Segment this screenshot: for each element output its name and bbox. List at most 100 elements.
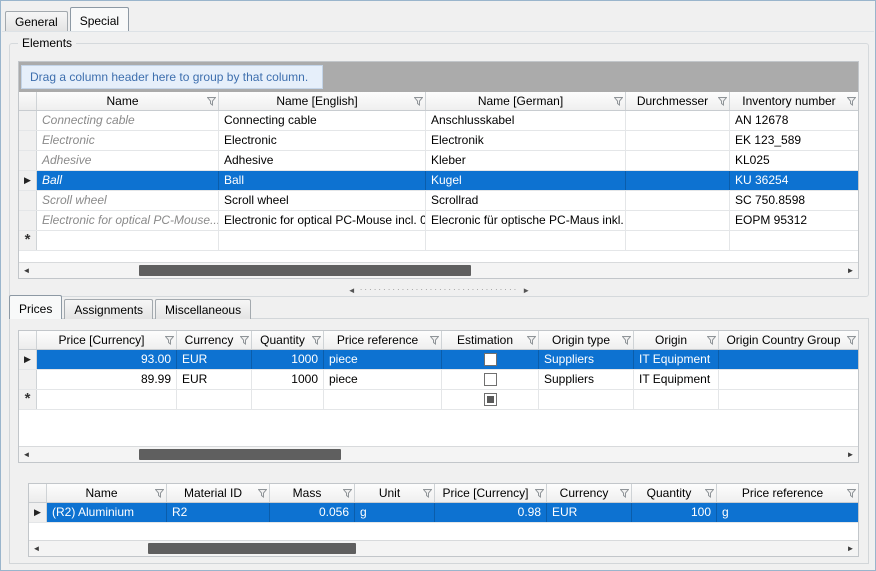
column-header-price-reference[interactable]: Price reference	[324, 331, 442, 349]
scroll-left-arrow-icon[interactable]: ◄	[19, 263, 34, 278]
table-cell[interactable]: SC 750.8598	[730, 191, 859, 210]
splitter-left-arrow-icon[interactable]: ◄	[348, 286, 356, 295]
scroll-left-arrow-icon[interactable]: ◄	[19, 447, 34, 462]
table-cell[interactable]	[626, 171, 730, 190]
table-cell[interactable]: 0.98	[435, 503, 547, 522]
tab-assignments[interactable]: Assignments	[64, 299, 153, 319]
table-cell[interactable]: 93.00	[37, 350, 177, 369]
column-header-origin-country-group[interactable]: Origin Country Group	[719, 331, 859, 349]
column-header-estimation[interactable]: Estimation	[442, 331, 539, 349]
scroll-right-arrow-icon[interactable]: ►	[843, 541, 858, 556]
table-cell[interactable]: Ball	[37, 171, 219, 190]
filter-funnel-icon[interactable]	[527, 336, 536, 345]
table-cell[interactable]	[219, 231, 426, 250]
horizontal-scrollbar[interactable]: ◄►	[29, 540, 858, 556]
table-cell[interactable]: Suppliers	[539, 350, 634, 369]
table-cell[interactable]	[626, 111, 730, 130]
scroll-right-arrow-icon[interactable]: ►	[843, 447, 858, 462]
table-cell[interactable]	[37, 390, 177, 409]
filter-funnel-icon[interactable]	[423, 489, 432, 498]
column-header-currency[interactable]: Currency	[547, 484, 632, 502]
table-row[interactable]: Scroll wheelScroll wheelScrollradSC 750.…	[19, 191, 858, 211]
filter-funnel-icon[interactable]	[155, 489, 164, 498]
table-row[interactable]: 89.99EUR1000pieceSuppliersIT Equipment	[19, 370, 858, 390]
tab-special[interactable]: Special	[70, 7, 129, 31]
tab-prices[interactable]: Prices	[9, 295, 62, 319]
table-cell[interactable]	[442, 390, 539, 409]
table-cell[interactable]	[252, 390, 324, 409]
table-cell[interactable]: R2	[167, 503, 270, 522]
table-cell[interactable]: 100	[632, 503, 717, 522]
table-cell[interactable]	[626, 191, 730, 210]
table-cell[interactable]: EOPM 95312	[730, 211, 859, 230]
table-cell[interactable]: Connecting cable	[219, 111, 426, 130]
filter-funnel-icon[interactable]	[207, 97, 216, 106]
table-row[interactable]: ▶BallBallKugelKU 36254	[19, 171, 858, 191]
table-cell[interactable]: KU 36254	[730, 171, 859, 190]
table-row[interactable]: *	[19, 231, 858, 251]
column-header-material-id[interactable]: Material ID	[167, 484, 270, 502]
table-cell[interactable]: Scroll wheel	[219, 191, 426, 210]
table-cell[interactable]	[626, 211, 730, 230]
table-cell[interactable]	[324, 390, 442, 409]
table-cell[interactable]: Adhesive	[37, 151, 219, 170]
table-cell[interactable]	[442, 370, 539, 389]
table-cell[interactable]: EUR	[177, 350, 252, 369]
table-cell[interactable]: 1000	[252, 350, 324, 369]
column-header-quantity[interactable]: Quantity	[632, 484, 717, 502]
table-row[interactable]: *	[19, 390, 858, 410]
table-row[interactable]: ▶(R2) AluminiumR20.056g0.98EUR100g	[29, 503, 858, 523]
table-cell[interactable]: IT Equipment	[634, 370, 719, 389]
column-header-price-currency[interactable]: Price [Currency]	[435, 484, 547, 502]
column-header-name-english[interactable]: Name [English]	[219, 92, 426, 110]
table-cell[interactable]: g	[717, 503, 859, 522]
filter-funnel-icon[interactable]	[707, 336, 716, 345]
table-row[interactable]: Electronic for optical PC-Mouse...Electr…	[19, 211, 858, 231]
filter-funnel-icon[interactable]	[847, 489, 856, 498]
column-header-quantity[interactable]: Quantity	[252, 331, 324, 349]
column-header-price-currency[interactable]: Price [Currency]	[37, 331, 177, 349]
group-by-panel[interactable]: Drag a column header here to group by th…	[19, 62, 858, 92]
table-cell[interactable]: Electronic	[37, 131, 219, 150]
table-cell[interactable]: piece	[324, 350, 442, 369]
tab-miscellaneous[interactable]: Miscellaneous	[155, 299, 251, 319]
column-header-name[interactable]: Name	[37, 92, 219, 110]
table-cell[interactable]	[719, 350, 859, 369]
table-cell[interactable]	[626, 231, 730, 250]
filter-funnel-icon[interactable]	[258, 489, 267, 498]
table-cell[interactable]	[719, 390, 859, 409]
table-cell[interactable]: IT Equipment	[634, 350, 719, 369]
table-cell[interactable]	[719, 370, 859, 389]
filter-funnel-icon[interactable]	[718, 97, 727, 106]
filter-funnel-icon[interactable]	[620, 489, 629, 498]
table-cell[interactable]	[626, 131, 730, 150]
column-header-name[interactable]: Name	[47, 484, 167, 502]
scroll-left-arrow-icon[interactable]: ◄	[29, 541, 44, 556]
table-cell[interactable]: KL025	[730, 151, 859, 170]
table-cell[interactable]: Suppliers	[539, 370, 634, 389]
table-cell[interactable]	[37, 231, 219, 250]
scrollbar-track[interactable]	[34, 263, 843, 278]
table-cell[interactable]: (R2) Aluminium	[47, 503, 167, 522]
table-row[interactable]: Connecting cableConnecting cableAnschlus…	[19, 111, 858, 131]
table-cell[interactable]	[634, 390, 719, 409]
filter-funnel-icon[interactable]	[535, 489, 544, 498]
table-cell[interactable]: Scrollrad	[426, 191, 626, 210]
table-cell[interactable]: EUR	[547, 503, 632, 522]
table-cell[interactable]	[426, 231, 626, 250]
filter-funnel-icon[interactable]	[705, 489, 714, 498]
table-row[interactable]: ▶93.00EUR1000pieceSuppliersIT Equipment	[19, 350, 858, 370]
table-cell[interactable]: 89.99	[37, 370, 177, 389]
estimation-checkbox[interactable]	[484, 353, 497, 366]
table-cell[interactable]: 0.056	[270, 503, 355, 522]
table-cell[interactable]: Adhesive	[219, 151, 426, 170]
scrollbar-thumb[interactable]	[139, 265, 471, 276]
table-cell[interactable]	[626, 151, 730, 170]
table-cell[interactable]: Electronic	[219, 131, 426, 150]
filter-funnel-icon[interactable]	[847, 97, 856, 106]
column-header-origin-type[interactable]: Origin type	[539, 331, 634, 349]
table-cell[interactable]: Electronic for optical PC-Mouse...	[37, 211, 219, 230]
filter-funnel-icon[interactable]	[847, 336, 856, 345]
filter-funnel-icon[interactable]	[622, 336, 631, 345]
table-cell[interactable]: EUR	[177, 370, 252, 389]
